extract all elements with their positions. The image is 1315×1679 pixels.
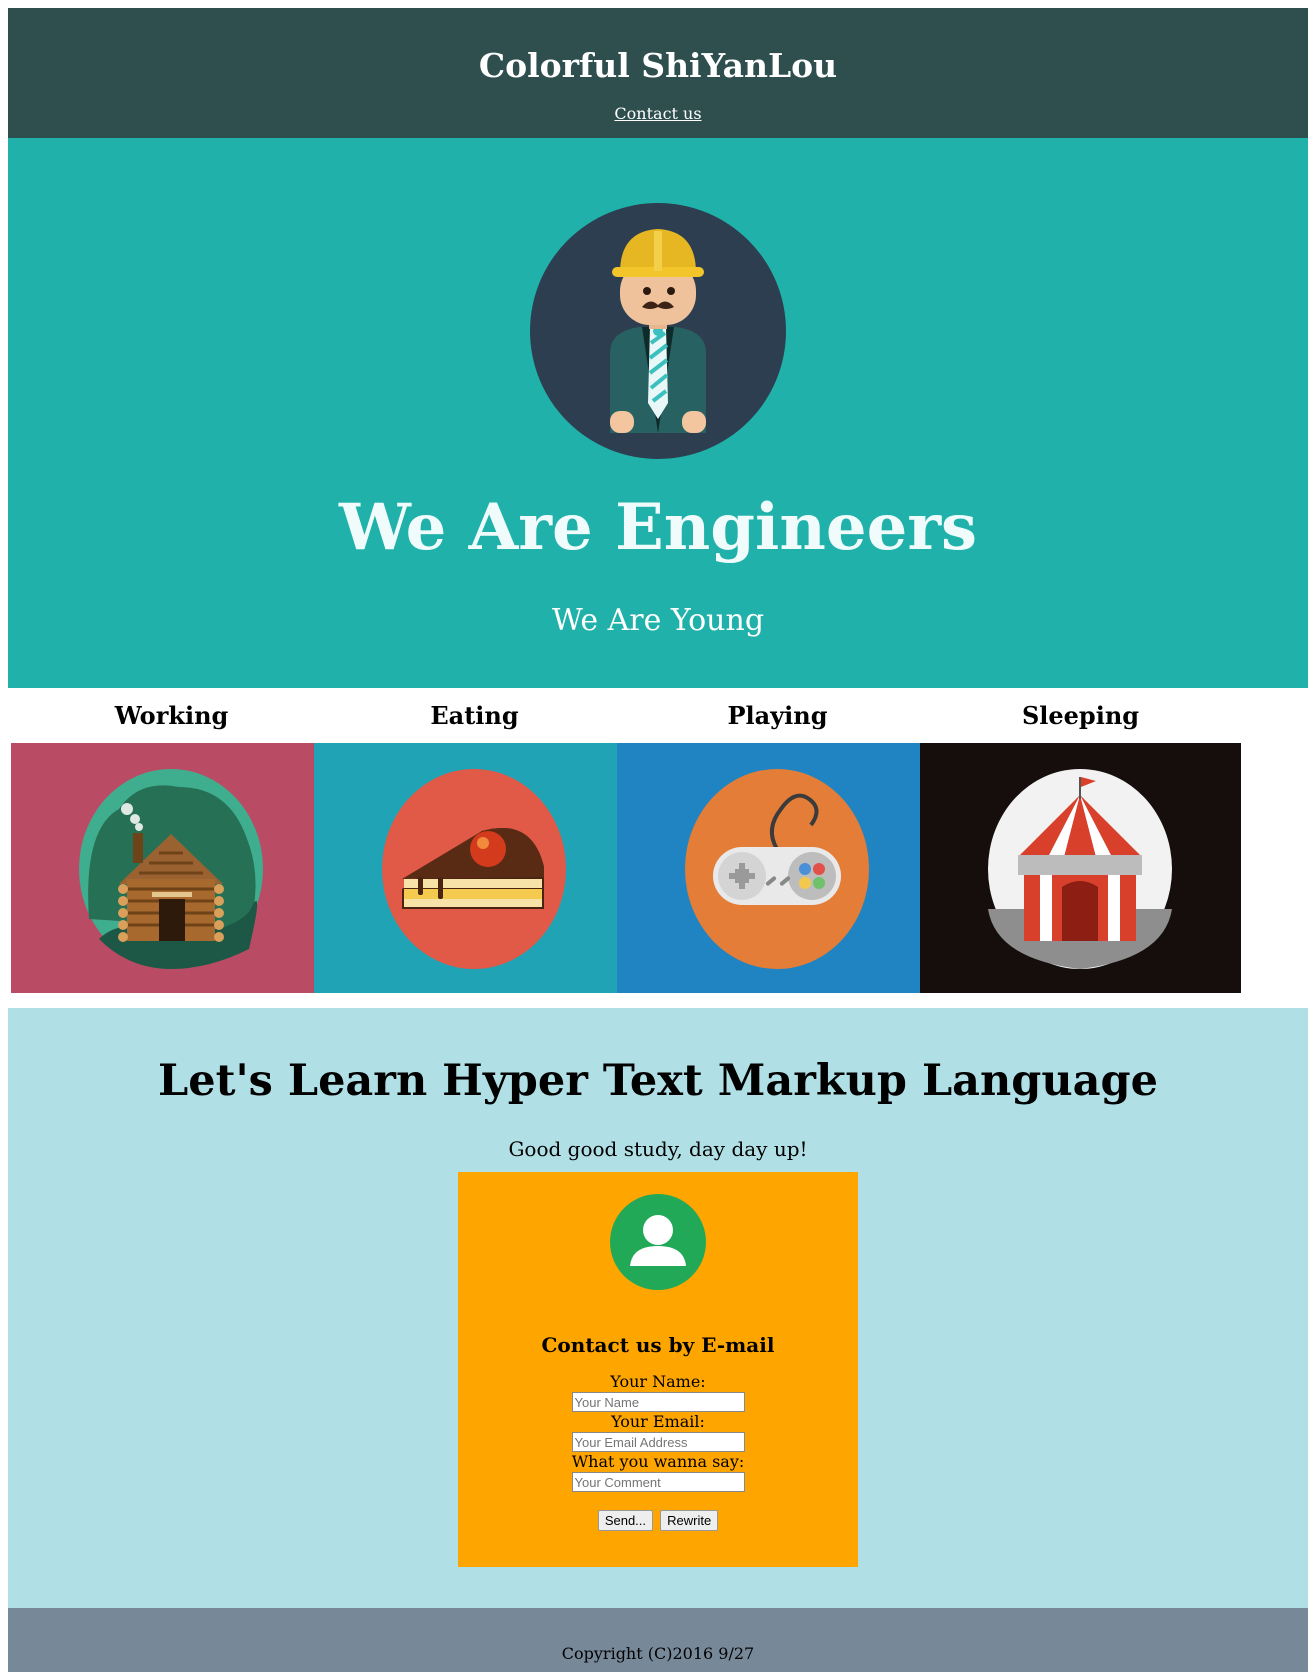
activity-label: Playing: [727, 701, 828, 730]
comment-label: What you wanna say:: [571, 1452, 745, 1471]
activity-working: Working: [11, 688, 332, 993]
hero-section: We Are Engineers We Are Young: [8, 138, 1308, 688]
name-label: Your Name:: [610, 1372, 706, 1391]
contact-form: Your Name: Your Email: What you wanna sa…: [458, 1372, 858, 1531]
user-icon: [610, 1194, 706, 1290]
activity-sleeping: Sleeping: [920, 688, 1241, 993]
site-title: Colorful ShiYanLou: [478, 46, 838, 85]
cake-slice-icon: [382, 769, 566, 969]
comment-input[interactable]: [571, 1472, 745, 1492]
activity-tile: [920, 743, 1241, 993]
rewrite-button[interactable]: Rewrite: [660, 1510, 719, 1531]
email-label: Your Email:: [611, 1412, 705, 1431]
learn-title: Let's Learn Hyper Text Markup Language: [158, 1056, 1158, 1106]
email-input[interactable]: [571, 1432, 745, 1452]
activity-eating: Eating: [314, 688, 635, 993]
learn-section: Let's Learn Hyper Text Markup Language G…: [8, 1008, 1308, 1608]
site-header: Colorful ShiYanLou Contact us: [8, 8, 1308, 138]
send-button[interactable]: Send...: [597, 1510, 654, 1531]
log-cabin-icon: [79, 769, 263, 969]
learn-subtitle: Good good study, day day up!: [508, 1137, 808, 1161]
form-buttons: Send... Rewrite: [458, 1510, 858, 1531]
activity-label: Eating: [430, 701, 519, 730]
activity-tile: [617, 743, 938, 993]
activity-label: Working: [114, 701, 229, 730]
page: Colorful ShiYanLou Contact us We Are Eng…: [8, 8, 1308, 1672]
activity-label: Sleeping: [1021, 701, 1140, 730]
activity-tile: [11, 743, 332, 993]
contact-form-heading: Contact us by E-mail: [541, 1333, 775, 1357]
contact-card: Contact us by E-mail Your Name: Your Ema…: [458, 1172, 858, 1567]
name-input[interactable]: [571, 1392, 745, 1412]
game-controller-icon: [685, 769, 869, 969]
activity-tile: [314, 743, 635, 993]
hero-title: We Are Engineers: [338, 490, 978, 565]
site-footer: Copyright (C)2016 9/27: [8, 1608, 1308, 1672]
copyright-text: Copyright (C)2016 9/27: [561, 1644, 755, 1663]
circus-tent-icon: [988, 769, 1172, 969]
activity-playing: Playing: [617, 688, 938, 993]
engineer-avatar-icon: [530, 203, 786, 459]
activities-row: Working Eating Playing Sleeping: [8, 688, 1308, 1008]
hero-subtitle: We Are Young: [551, 603, 765, 638]
contact-us-link[interactable]: Contact us: [614, 104, 701, 123]
